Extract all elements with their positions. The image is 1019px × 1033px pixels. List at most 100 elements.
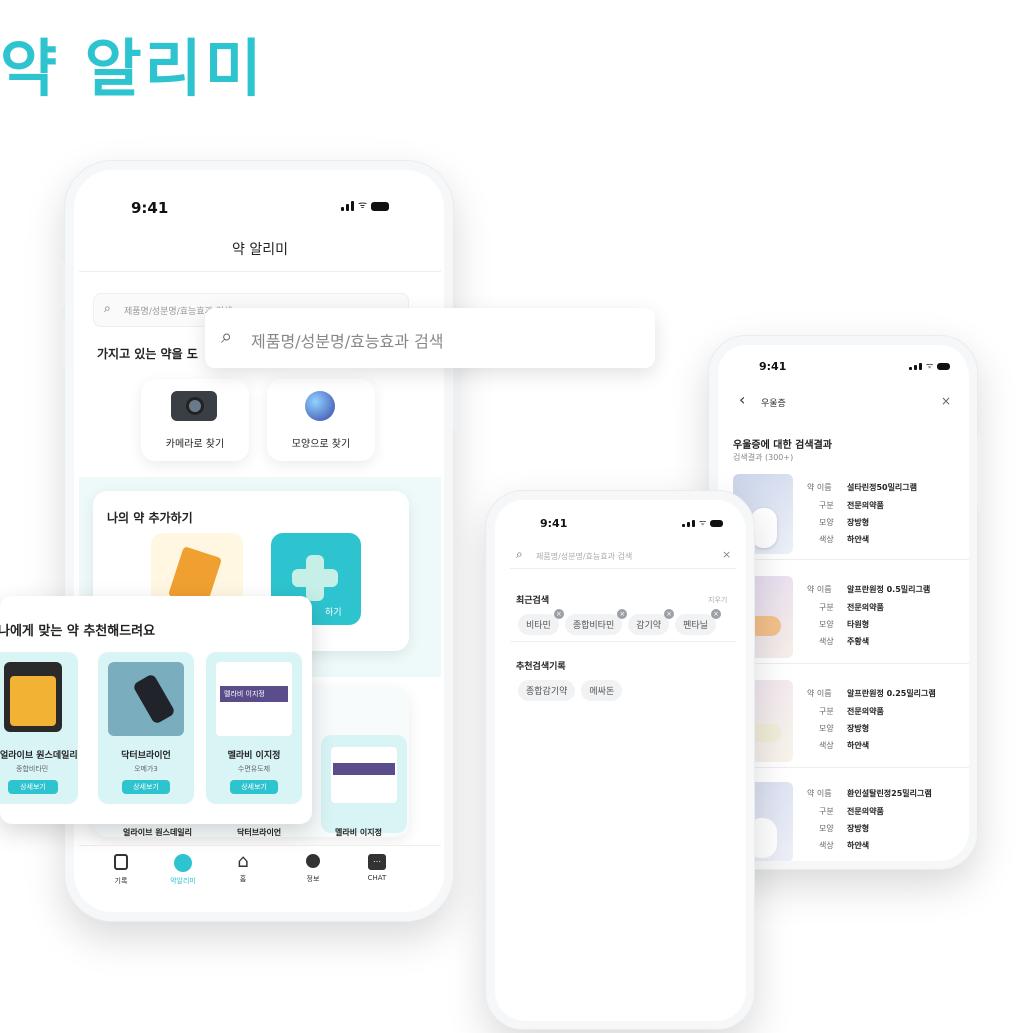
side-button [58,321,65,367]
recommend-title: 나에게 맞는 약 추천해드려요 [0,624,156,639]
product-name: 얼라이브 원스데일리 [123,828,193,837]
search-input[interactable]: 제품명/성분명/효능효과 검색 [251,328,444,352]
product-name: 멜라비 이지정 [227,751,281,761]
label-color: 색상 [819,741,834,750]
drug-shape: 장방형 [847,724,870,733]
product-category: 종합비타민 [16,765,49,773]
result-row[interactable]: 약 이름 환인설탈린정25밀리그램 구분 전문의약품 모양 장방형 색상 하얀색 [719,778,969,861]
drug-shape: 타원형 [847,620,870,629]
shape-button[interactable]: 모양으로 찾기 [267,379,375,461]
drug-type: 전문의약품 [847,707,884,716]
battery-icon [710,520,724,527]
recent-chip[interactable]: 펜타닐 × [675,609,721,635]
status-icons: ᯤ [341,200,390,211]
search-input[interactable]: 제품명/성분명/효능효과 검색 [536,551,632,562]
search-bar[interactable]: ⌕ 제품명/성분명/효능효과 검색 × [510,545,736,569]
section-find-title: 가지고 있는 약을 도 [97,347,198,361]
status-time: 9:41 [540,517,568,530]
nav-item-home[interactable]: ⌂ 홈 [223,852,263,884]
recent-chip[interactable]: 비타민 × [518,609,564,635]
close-icon[interactable]: × [941,394,951,408]
label-shape: 모양 [819,518,834,527]
recommend-chip[interactable]: 메싸돈 [581,680,623,701]
recommend-item[interactable]: 얼라이브 원스데일리 종합비타민 상세보기 [0,652,78,804]
status-icons: ᯤ [682,518,724,527]
side-button [977,436,983,506]
search-overlay[interactable]: ⌕ 제품명/성분명/효능효과 검색 [205,308,655,368]
clear-button[interactable]: 지우기 [708,595,727,605]
camera-button[interactable]: 카메라로 찾기 [141,379,249,461]
nav-item-chat[interactable]: … CHAT [357,852,397,882]
search-query[interactable]: 우울증 [761,396,786,409]
chat-icon: … [368,854,386,870]
wifi-icon: ᯤ [699,518,707,527]
record-icon [114,854,128,870]
remove-icon[interactable]: × [664,609,675,619]
phone-search: 9:41 ᯤ ⌕ 제품명/성분명/효능효과 검색 × 최근검색 지우기 비타민 ×… [485,490,755,1030]
drug-color: 하얀색 [847,535,870,544]
drug-name: 설타린정50밀리그램 [847,483,918,492]
detail-button[interactable]: 상세보기 [122,780,170,794]
product-box-label: 멜라비 이지정 [220,686,288,702]
camera-icon [171,391,217,421]
recent-title: 최근검색 [516,596,550,606]
label-name: 약 이름 [807,585,832,594]
back-icon[interactable]: ‹ [739,390,745,409]
detail-button[interactable]: 상세보기 [230,780,278,794]
battery-icon [937,363,951,370]
product-image [108,662,184,736]
wifi-icon: ᯤ [926,361,934,370]
search-icon: ⌕ [516,547,523,561]
recent-chip[interactable]: 감기약 × [628,609,675,635]
label-color: 색상 [819,637,834,646]
home-icon: ⌂ [237,851,249,872]
product-name: 닥터브라이언 [121,751,171,761]
result-row[interactable]: 약 이름 알프란원정 0.25밀리그램 구분 전문의약품 모양 장방형 색상 하… [719,676,969,768]
nav-item-record[interactable]: 기록 [101,854,141,886]
product-name: 얼라이브 원스데일리 [0,751,78,761]
drug-shape: 장방형 [847,824,870,833]
recommend-chip[interactable]: 종합감기약 [518,680,576,701]
result-row[interactable]: 약 이름 알프란원정 0.5밀리그램 구분 전문의약품 모양 타원형 색상 주황… [719,572,969,664]
drug-type: 전문의약품 [847,603,884,612]
status-time: 9:41 [759,360,787,373]
result-row[interactable]: 약 이름 설타린정50밀리그램 구분 전문의약품 모양 장방형 색상 하얀색 [719,470,969,560]
label-type: 구분 [819,501,834,510]
product-category: 수면유도제 [237,765,271,773]
detail-button[interactable]: 상세보기 [8,780,58,794]
recommend-item[interactable]: 멜라비 이지정 멜라비 이지정 수면유도제 상세보기 [206,652,302,804]
recommend-search-title: 추천검색기록 [516,662,566,672]
close-icon[interactable]: × [722,548,731,561]
drug-name: 알프란원정 0.25밀리그램 [847,689,936,698]
status-time: 9:41 [131,199,169,217]
result-count: 검색결과 (300+) [733,453,794,462]
signal-icon [682,520,695,527]
nav-item-pill[interactable]: 약알리미 [163,854,203,886]
drug-type: 전문의약품 [847,807,884,816]
bulb-icon [306,854,320,868]
pill-ball-icon [305,391,335,421]
product-card[interactable] [321,735,407,833]
drug-color: 하얀색 [847,741,870,750]
recommend-card: 나에게 맞는 약 추천해드려요 얼라이브 원스데일리 종합비타민 상세보기 닥터… [0,596,312,824]
recommend-item[interactable]: 닥터브라이언 오메가3 상세보기 [98,652,194,804]
nav-item-info[interactable]: 정보 [293,852,333,884]
nav-label: CHAT [367,874,387,882]
remove-icon[interactable]: × [617,609,628,619]
drug-name: 알프란원정 0.5밀리그램 [847,585,931,594]
divider [79,271,441,272]
remove-icon[interactable]: × [710,609,721,619]
add-medicine-title: 나의 약 추가하기 [107,511,193,525]
bottom-nav: 기록 약알리미 ⌂ 홈 정보 … CHAT [79,845,441,909]
recent-chip[interactable]: 종합비타민 × [564,609,628,635]
signal-icon [341,201,354,211]
nav-label: 홈 [239,875,247,883]
result-title: 우울증에 대한 검색결과 [733,440,832,451]
nav-label: 정보 [306,875,320,883]
divider [510,641,736,642]
label-shape: 모양 [819,620,834,629]
label-type: 구분 [819,807,834,816]
wifi-icon: ᯤ [358,200,368,211]
product-category: 오메가3 [134,765,158,773]
remove-icon[interactable]: × [553,609,564,619]
